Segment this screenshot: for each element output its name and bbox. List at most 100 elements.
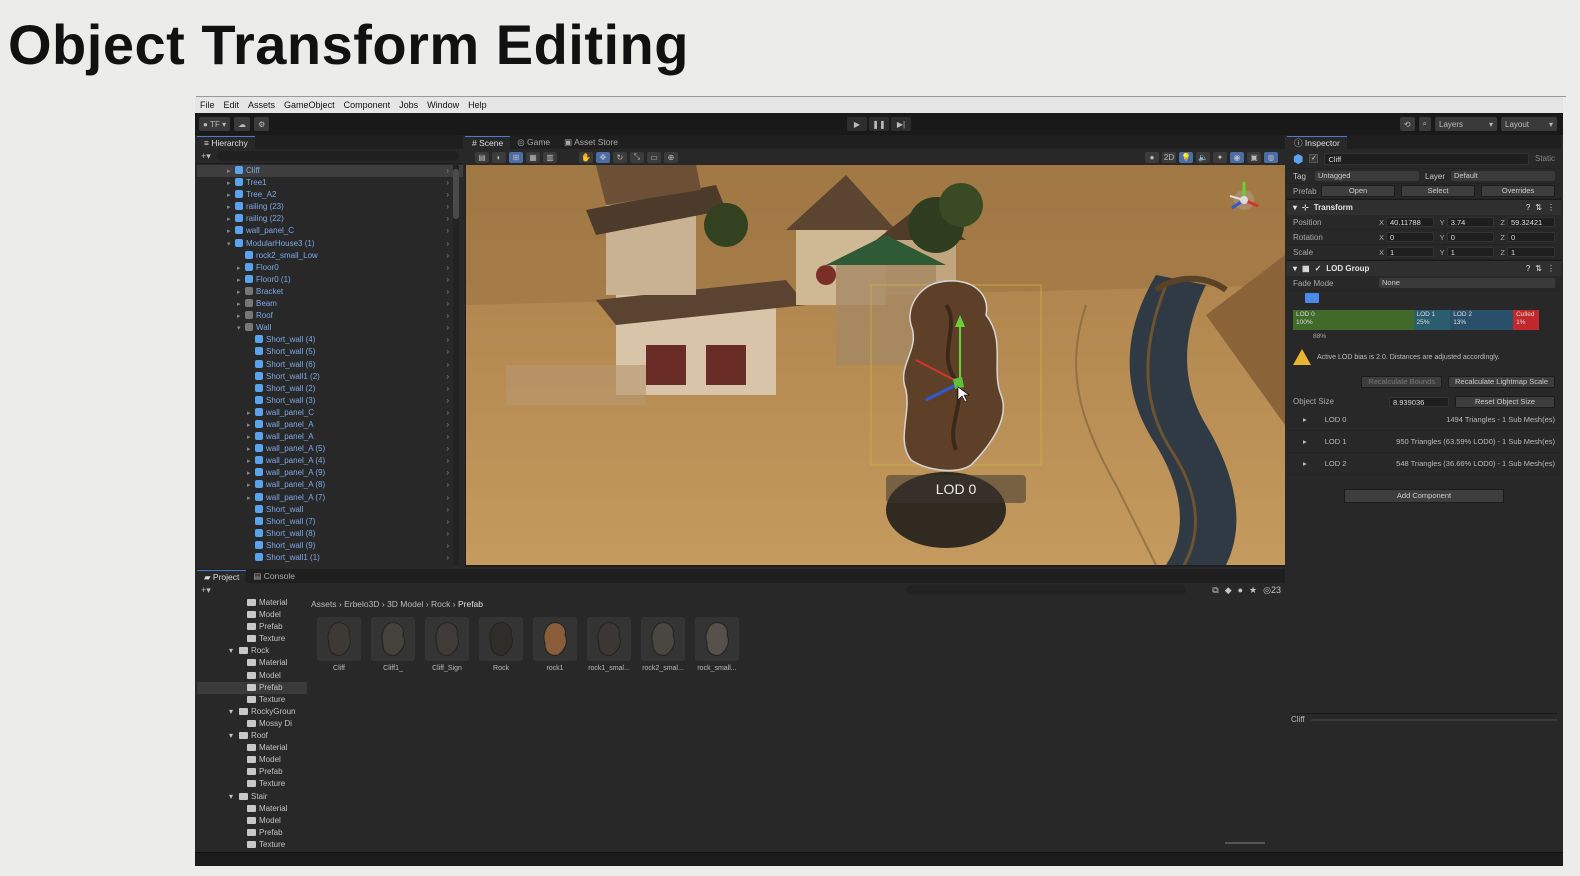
hierarchy-item[interactable]: Short_wall (5) › (197, 346, 463, 358)
chevron-right-icon[interactable]: › (446, 262, 449, 274)
lod-bar-segment[interactable]: LOD 0 100% (1293, 310, 1414, 330)
hierarchy-item[interactable]: Short_wall › (197, 504, 463, 516)
hierarchy-item[interactable]: ▸ Beam › (197, 298, 463, 310)
render-mode-icon[interactable]: ● (1145, 151, 1159, 163)
asset-item[interactable]: rock2_smal... (641, 617, 685, 672)
project-folder[interactable]: Model (197, 670, 307, 682)
rotate-tool-icon[interactable]: ↻ (613, 151, 627, 163)
step-button[interactable]: ▶| (891, 117, 911, 131)
chevron-right-icon[interactable]: › (446, 540, 449, 552)
recalculate-lightmap-button[interactable]: Recalculate Lightmap Scale (1448, 376, 1555, 388)
breadcrumb-item[interactable]: Rock (431, 599, 450, 609)
project-folder[interactable]: Material (197, 803, 307, 815)
hierarchy-item[interactable]: ▸ wall_panel_A (4) › (197, 455, 463, 467)
star-icon[interactable]: ★ (1249, 585, 1257, 596)
chevron-right-icon[interactable]: › (446, 419, 449, 431)
hierarchy-item[interactable]: ▸ wall_panel_A › (197, 419, 463, 431)
project-folder[interactable]: Model (197, 754, 307, 766)
thumbnail-size-slider[interactable] (1225, 842, 1265, 844)
asset-item[interactable]: Cliff1_ (371, 617, 415, 672)
camera-icon[interactable]: ▣ (1247, 151, 1261, 163)
menu-gameobject[interactable]: GameObject (284, 100, 335, 110)
history-button[interactable]: ⟲ (1399, 117, 1415, 131)
chevron-right-icon[interactable]: › (446, 286, 449, 298)
hierarchy-scrollbar[interactable] (453, 165, 459, 565)
hierarchy-item[interactable]: ▸ Roof › (197, 310, 463, 322)
lod-enabled-checkbox[interactable]: ✓ (1315, 264, 1322, 273)
breadcrumb-item[interactable]: Prefab (458, 599, 483, 609)
chevron-right-icon[interactable]: › (446, 359, 449, 371)
tab-asset-store[interactable]: ▣ Asset Store (557, 136, 625, 149)
hierarchy-item[interactable]: Short_wall1 (1) › (197, 552, 463, 564)
snap-icon[interactable]: ▥ (543, 151, 557, 163)
hidden-count-badge[interactable]: ◎23 (1263, 585, 1281, 596)
hierarchy-item[interactable]: ▸ wall_panel_C › (197, 407, 463, 419)
lod-foldout-row[interactable]: ▸ LOD 1 950 Triangles (63.59% LOD0) - 1 Su… (1287, 431, 1561, 453)
project-folder[interactable]: Mossy Di (197, 718, 307, 730)
project-folder[interactable]: Material (197, 597, 307, 609)
tab-game[interactable]: ◎ Game (510, 136, 557, 149)
prefab-open-button[interactable]: Open (1321, 185, 1395, 197)
chevron-right-icon[interactable]: › (446, 492, 449, 504)
chevron-right-icon[interactable]: › (446, 395, 449, 407)
recalculate-bounds-button[interactable]: Recalculate Bounds (1361, 376, 1443, 388)
chevron-right-icon[interactable]: › (446, 455, 449, 467)
chevron-right-icon[interactable]: › (446, 225, 449, 237)
preview-bar[interactable]: Cliff (1291, 713, 1557, 725)
menu-file[interactable]: File (200, 100, 215, 110)
rect-tool-icon[interactable]: ▭ (647, 151, 661, 163)
rotation-z-field[interactable]: 0 (1506, 232, 1556, 242)
chevron-right-icon[interactable]: › (446, 189, 449, 201)
asset-item[interactable]: Cliff (317, 617, 361, 672)
hierarchy-item[interactable]: Short_wall (2) › (197, 383, 463, 395)
reset-object-size-button[interactable]: Reset Object Size (1455, 395, 1555, 408)
hierarchy-item[interactable]: ▸ Floor0 (1) › (197, 274, 463, 286)
asset-item[interactable]: rock1 (533, 617, 577, 672)
grid-snap-icon[interactable]: ⊞ (509, 151, 523, 163)
chevron-right-icon[interactable]: › (446, 165, 449, 177)
hierarchy-item[interactable]: ▸ railing (23) › (197, 201, 463, 213)
hierarchy-item[interactable]: Short_wall (8) › (197, 528, 463, 540)
scale-tool-icon[interactable]: ⤡ (630, 151, 644, 163)
add-icon[interactable]: +▾ (201, 151, 211, 162)
project-folder[interactable]: Prefab (197, 766, 307, 778)
move-tool-icon[interactable]: ✥ (596, 151, 610, 163)
hierarchy-item[interactable]: ▸ wall_panel_A › (197, 431, 463, 443)
transform-header[interactable]: ▾ ⊹ Transform ? ⇅ ⋮ (1287, 199, 1561, 215)
tag-icon[interactable]: ● (1238, 585, 1243, 595)
project-folder[interactable]: Prefab (197, 681, 307, 694)
hierarchy-item[interactable]: ▸ wall_panel_C › (197, 225, 463, 237)
transform-tool-icon[interactable]: ⊕ (664, 151, 678, 163)
menu-component[interactable]: Component (344, 100, 391, 110)
effects-icon[interactable]: ✦ (1213, 151, 1227, 163)
add-component-button[interactable]: Add Component (1344, 489, 1504, 503)
tab-scene[interactable]: # Scene (465, 136, 511, 149)
prefab-select-button[interactable]: Select (1401, 185, 1475, 197)
scene-viewport[interactable]: LOD 0 (466, 165, 1285, 565)
chevron-right-icon[interactable]: › (446, 346, 449, 358)
gizmos-icon[interactable]: ◍ (1264, 151, 1278, 163)
hierarchy-item[interactable]: ▾ ModularHouse3 (1) › (197, 238, 463, 250)
settings-button[interactable]: ⚙ (254, 117, 270, 131)
tag-dropdown[interactable]: Untagged (1315, 171, 1419, 181)
hierarchy-item[interactable]: Short_wall (7) › (197, 516, 463, 528)
chevron-right-icon[interactable]: › (446, 334, 449, 346)
scale-x-field[interactable]: 1 (1386, 247, 1434, 257)
lod-bar-segment[interactable]: LOD 1 25% (1413, 310, 1451, 330)
asset-item[interactable]: rock_small... (695, 617, 739, 672)
lod-bar[interactable]: LOD 0 100% LOD 1 25% LOD 2 13% Culled 1% (1293, 310, 1555, 330)
lighting-icon[interactable]: 💡 (1179, 151, 1193, 163)
camera-preview-icon[interactable] (1305, 293, 1319, 303)
hierarchy-item[interactable]: ▸ Floor0 › (197, 262, 463, 274)
project-folder[interactable]: Material (197, 742, 307, 754)
tab-project[interactable]: ▰ Project (197, 570, 247, 583)
2d-toggle[interactable]: 2D (1162, 151, 1176, 163)
project-folder[interactable]: Prefab (197, 827, 307, 839)
hierarchy-item[interactable]: ▾ Wall › (197, 322, 463, 334)
draw-mode-icon[interactable]: ▤ (475, 151, 489, 163)
scrollbar-thumb[interactable] (453, 169, 459, 219)
hand-tool-icon[interactable]: ✋ (579, 151, 593, 163)
fade-mode-dropdown[interactable]: None (1379, 278, 1555, 288)
chevron-right-icon[interactable]: › (446, 516, 449, 528)
chevron-right-icon[interactable]: › (446, 310, 449, 322)
